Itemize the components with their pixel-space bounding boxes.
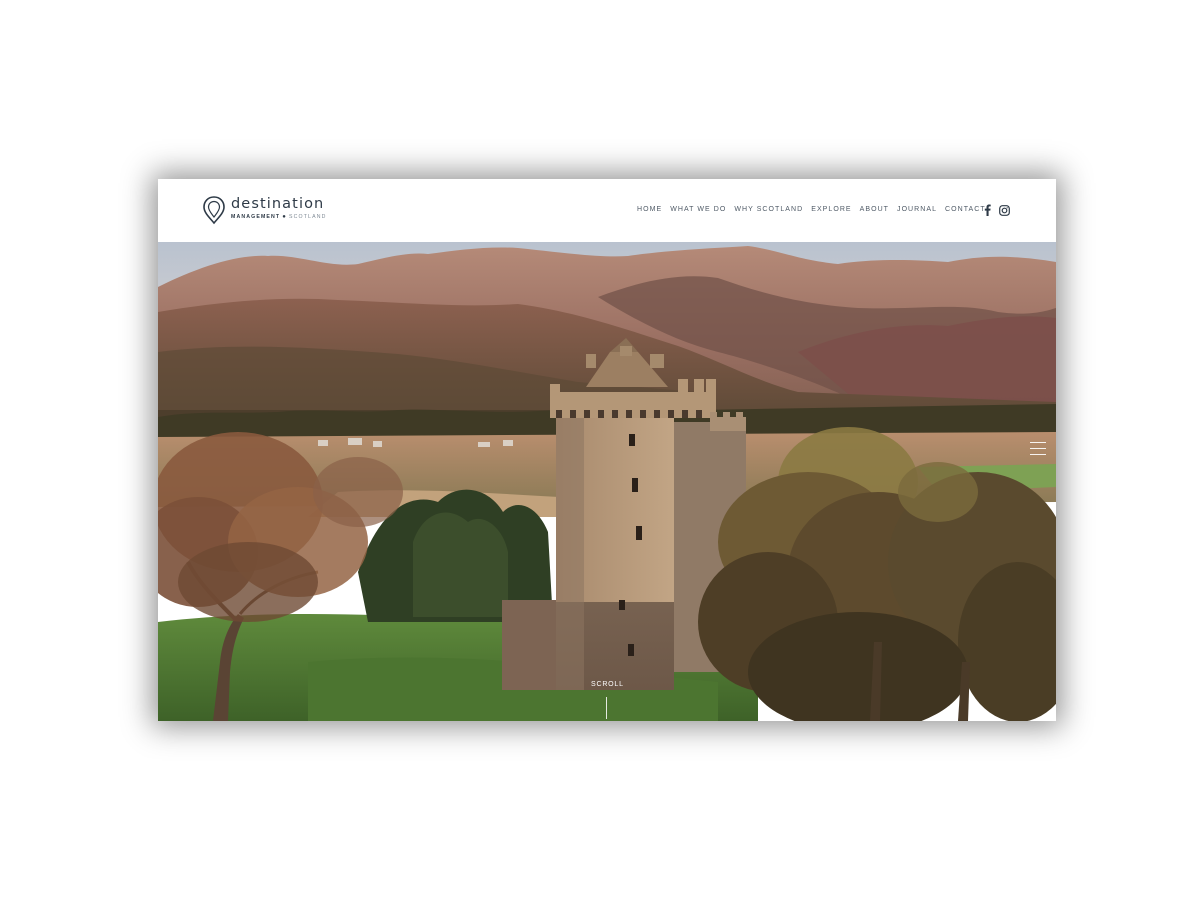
menu-icon[interactable] [1030,442,1046,456]
map-pin-icon [203,196,225,225]
hero-image [158,242,1056,721]
scroll-line [606,697,607,719]
nav-item-about[interactable]: ABOUT [860,206,889,213]
brand-tagline-secondary: SCOTLAND [289,214,327,220]
logo[interactable]: destination MANAGEMENT ● SCOTLAND [202,195,327,225]
scroll-indicator[interactable]: SCROLL [591,681,624,719]
tagline-dot: ● [282,214,288,220]
nav-item-contact[interactable]: CONTACT [945,206,986,213]
nav-item-explore[interactable]: EXPLORE [811,206,851,213]
instagram-icon[interactable] [999,204,1010,216]
brand-tagline-primary: MANAGEMENT [231,214,281,220]
brand-name: destination [231,196,325,212]
website-screenshot: destination MANAGEMENT ● SCOTLAND HOME WHA… [158,179,1056,721]
nav-item-journal[interactable]: JOURNAL [897,206,937,213]
nav-item-why-scotland[interactable]: WHY SCOTLAND [734,206,803,213]
facebook-icon[interactable] [984,204,991,216]
nav-item-what-we-do[interactable]: WHAT WE DO [670,206,726,213]
site-header: destination MANAGEMENT ● SCOTLAND HOME WHA… [158,179,1056,242]
hero-section: SCROLL [158,242,1056,721]
main-nav: HOME WHAT WE DO WHY SCOTLAND EXPLORE ABO… [637,206,986,213]
scroll-label: SCROLL [591,681,624,688]
nav-item-home[interactable]: HOME [637,206,662,213]
social-links [984,204,1010,216]
brand-tagline: MANAGEMENT ● SCOTLAND [231,213,327,221]
